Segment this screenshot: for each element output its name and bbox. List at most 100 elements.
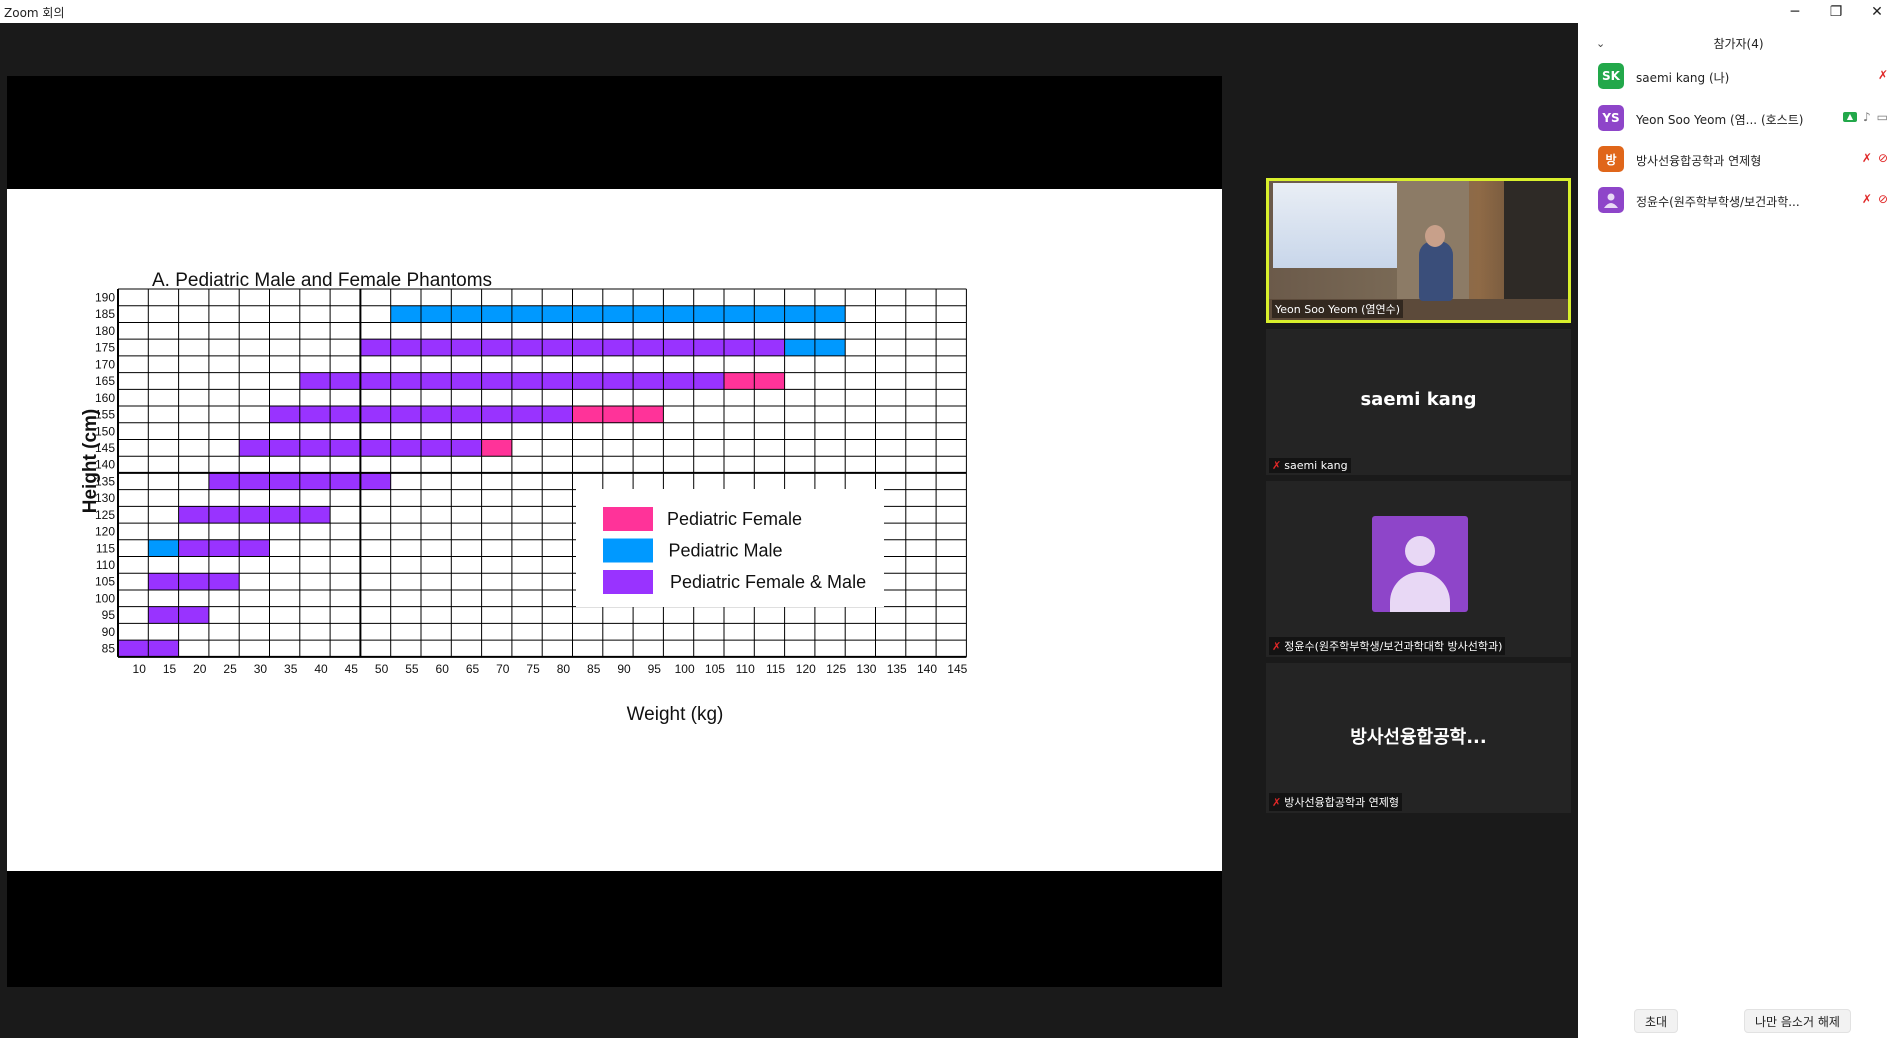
x-tick-label: 55 — [405, 662, 419, 676]
x-tick-label: 130 — [856, 662, 876, 676]
x-tick-label: 35 — [284, 662, 298, 676]
x-tick-label: 70 — [496, 662, 510, 676]
tile-name-label: ✗ saemi kang — [1269, 458, 1351, 473]
muted-mic-icon: ✗ — [1272, 459, 1282, 472]
participant-row[interactable]: YS Yeon Soo Yeom (염... (호스트) ▲ ♪ ▭ — [1598, 105, 1888, 131]
legend-label: Pediatric Female & Male — [670, 572, 866, 592]
x-tick-label: 30 — [254, 662, 268, 676]
invite-button[interactable]: 초대 — [1634, 1009, 1679, 1033]
x-tick-label: 145 — [947, 662, 967, 676]
x-tick-label: 60 — [436, 662, 450, 676]
mic-icon[interactable]: ♪ — [1863, 110, 1871, 124]
x-tick-label: 20 — [193, 662, 207, 676]
y-tick-label: 190 — [95, 291, 115, 305]
window-title: Zoom 회의 — [4, 6, 65, 20]
video-tile-yeon[interactable]: 방사선융합공학... ✗ 방사선융합공학과 연제형 — [1266, 663, 1571, 813]
chart-cell — [178, 506, 331, 524]
avatar-icon — [1372, 516, 1468, 612]
legend-label: Pediatric Male — [669, 541, 783, 561]
minimize-button[interactable]: ─ — [1773, 0, 1817, 23]
participant-row[interactable]: 정윤수(원주학부학생/보건과학... ✗ ⊘ — [1598, 187, 1888, 213]
chart-cell — [572, 406, 664, 423]
person-icon — [1604, 193, 1618, 208]
participant-name: Yeon Soo Yeom (염... (호스트) — [1636, 113, 1804, 127]
close-button[interactable]: ✕ — [1855, 0, 1899, 23]
x-tick-label: 100 — [675, 662, 695, 676]
participant-avatar: YS — [1598, 105, 1624, 131]
y-tick-label: 135 — [95, 474, 115, 488]
x-tick-label: 120 — [796, 662, 816, 676]
y-tick-label: 120 — [95, 525, 115, 539]
participant-row[interactable]: SK saemi kang (나) ✗ — [1598, 63, 1888, 89]
tile-name-text: 정윤수(원주학부학생/보건과학대학 방사선학과) — [1284, 640, 1503, 653]
y-tick-label: 95 — [102, 608, 116, 622]
tile-name-text: 방사선융합공학과 연제형 — [1284, 796, 1400, 809]
tile-center-name: saemi kang — [1360, 389, 1477, 410]
title-bar: Zoom 회의 ─ ❐ ✕ — [0, 0, 1899, 23]
x-tick-label: 115 — [766, 662, 785, 676]
muted-mic-icon[interactable]: ✗ — [1862, 192, 1872, 206]
legend-label: Pediatric Female — [667, 509, 802, 529]
speaker-body — [1419, 241, 1453, 301]
chart-cell — [481, 439, 512, 457]
muted-mic-icon: ✗ — [1272, 796, 1282, 809]
x-tick-label: 90 — [617, 662, 631, 676]
y-tick-label: 110 — [96, 558, 115, 572]
video-tile-jeong[interactable]: ✗ 정윤수(원주학부학생/보건과학대학 방사선학과) — [1266, 481, 1571, 657]
x-tick-label: 25 — [223, 662, 237, 676]
screen-share: A. Pediatric Male and Female Phantoms He… — [7, 76, 1222, 987]
participant-avatar-icon — [1598, 187, 1624, 213]
x-tick-label: 50 — [375, 662, 389, 676]
y-tick-label: 130 — [95, 491, 115, 505]
video-off-icon[interactable]: ⊘ — [1878, 151, 1888, 165]
x-tick-label: 40 — [314, 662, 328, 676]
chart-cell — [148, 539, 179, 557]
x-tick-label: 75 — [526, 662, 540, 676]
participant-avatar: SK — [1598, 63, 1624, 89]
participants-title: 참가자(4) — [1713, 37, 1764, 51]
y-tick-label: 90 — [102, 625, 116, 639]
x-tick-label: 110 — [736, 662, 755, 676]
phantom-chart: A. Pediatric Male and Female Phantoms He… — [80, 270, 968, 725]
y-tick-label: 170 — [95, 357, 115, 371]
x-tick-label: 65 — [466, 662, 480, 676]
y-tick-label: 185 — [95, 307, 115, 321]
y-tick-label: 140 — [95, 458, 115, 472]
presentation-slide: A. Pediatric Male and Female Phantoms He… — [7, 189, 1222, 871]
y-tick-label: 115 — [96, 541, 115, 555]
participant-row[interactable]: 방 방사선융합공학과 연제형 ✗ ⊘ — [1598, 146, 1888, 172]
x-tick-label: 85 — [587, 662, 601, 676]
video-tile-saemi[interactable]: saemi kang ✗ saemi kang — [1266, 329, 1571, 475]
muted-mic-icon[interactable]: ✗ — [1878, 68, 1888, 82]
y-tick-label: 155 — [95, 408, 115, 422]
x-tick-label: 140 — [917, 662, 937, 676]
y-tick-label: 145 — [95, 441, 115, 455]
unmute-me-button[interactable]: 나만 음소거 해제 — [1744, 1009, 1851, 1033]
muted-mic-icon[interactable]: ✗ — [1862, 151, 1872, 165]
participants-panel: ⌄ 참가자(4) SK saemi kang (나) ✗ YS Yeon Soo… — [1578, 23, 1899, 1038]
projector-screen — [1273, 183, 1397, 268]
muted-mic-icon: ✗ — [1272, 640, 1282, 653]
avatar-body — [1390, 572, 1450, 612]
x-tick-label: 80 — [557, 662, 571, 676]
chart-xlabel: Weight (kg) — [627, 704, 724, 725]
tile-name-label: ✗ 정윤수(원주학부학생/보건과학대학 방사선학과) — [1269, 637, 1506, 655]
legend-swatch — [603, 507, 653, 531]
tile-center-name: 방사선융합공학... — [1350, 727, 1487, 748]
meeting-area: A. Pediatric Male and Female Phantoms He… — [0, 23, 1578, 1038]
participant-avatar: 방 — [1598, 146, 1624, 172]
y-tick-label: 100 — [95, 591, 115, 605]
x-tick-label: 135 — [887, 662, 907, 676]
chart-cell — [178, 539, 270, 557]
restore-button[interactable]: ❐ — [1814, 0, 1858, 23]
video-off-icon[interactable]: ⊘ — [1878, 192, 1888, 206]
chart-title: A. Pediatric Male and Female Phantoms — [152, 270, 492, 291]
tile-name-text: saemi kang — [1284, 459, 1348, 472]
legend-swatch — [603, 538, 653, 563]
x-tick-label: 10 — [133, 662, 147, 676]
x-tick-label: 15 — [163, 662, 177, 676]
x-tick-label: 105 — [705, 662, 725, 676]
video-tile-host[interactable]: Yeon Soo Yeom (염연수) — [1266, 178, 1571, 323]
video-camera-icon[interactable]: ▭ — [1877, 110, 1888, 124]
y-tick-label: 105 — [95, 575, 115, 589]
